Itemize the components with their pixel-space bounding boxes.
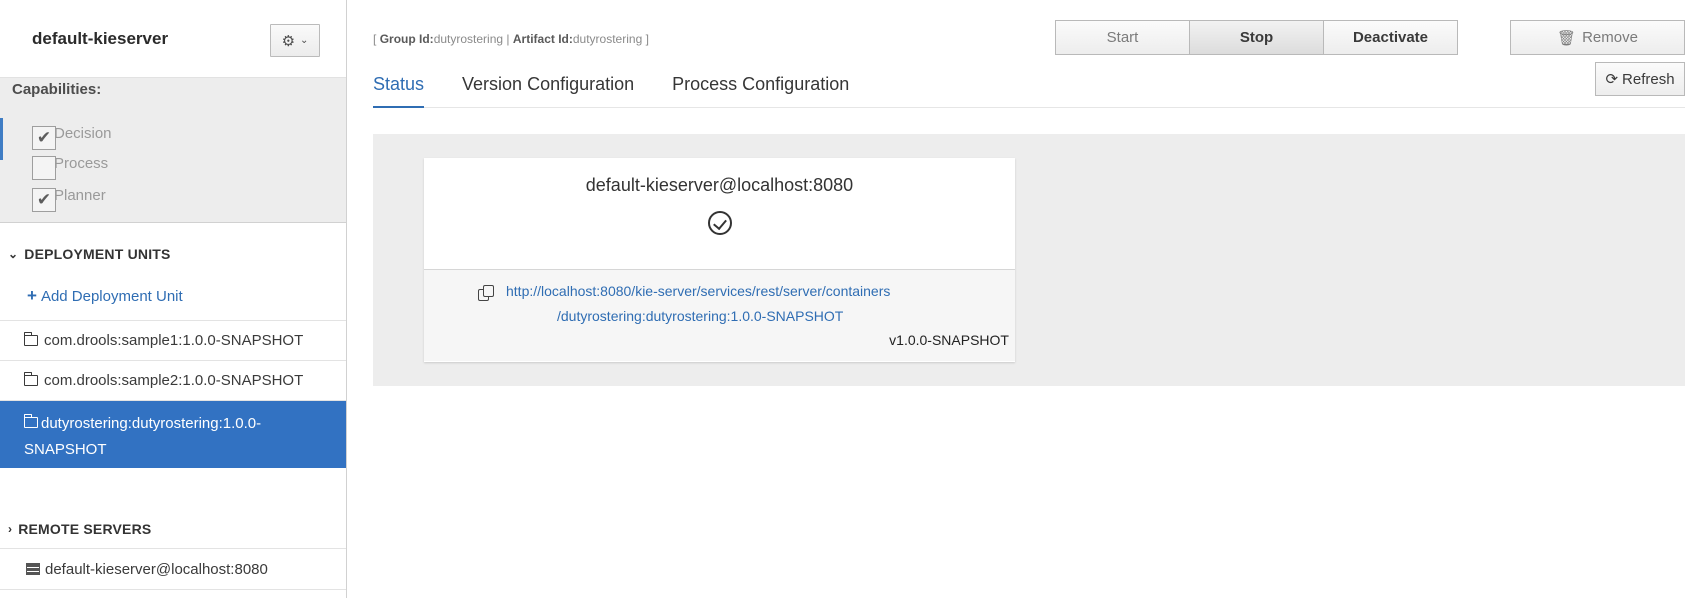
tab-status[interactable]: Status (373, 62, 425, 108)
deployment-units-header: DEPLOYMENT UNITS (24, 246, 171, 262)
deployment-unit-item-selected[interactable]: dutyrostering:dutyrostering:1.0.0-SNAPSH… (0, 400, 346, 468)
sidebar: default-kieserver ⚙ ⌄ Capabilities: ✔ De… (0, 0, 347, 598)
process-checkbox[interactable] (32, 156, 56, 180)
copy-icon[interactable] (478, 285, 494, 301)
start-button[interactable]: Start (1055, 20, 1190, 55)
server-header: default-kieserver ⚙ ⌄ (0, 0, 346, 78)
plus-icon: + (27, 286, 37, 305)
chevron-down-icon: ⌄ (300, 35, 309, 46)
capability-label: Process (54, 154, 109, 172)
capability-decision[interactable]: ✔ Decision (32, 124, 112, 150)
folder-icon (24, 372, 38, 386)
capability-label: Planner (54, 186, 106, 204)
container-version: v1.0.0-SNAPSHOT (889, 332, 1009, 348)
deployment-unit-label-wrap: dutyrostering:dutyrostering:1.0.0-SNAPSH… (24, 411, 274, 463)
card-title: default-kieserver@localhost:8080 (585, 175, 854, 195)
deployment-units-toggle[interactable]: ⌄ DEPLOYMENT UNITS (8, 246, 171, 262)
tab-process-configuration[interactable]: Process Configuration (672, 62, 849, 108)
container-url-line2[interactable]: /dutyrostering:dutyrostering:1.0.0-SNAPS… (557, 308, 843, 324)
deployment-unit-label: dutyrostering:dutyrostering:1.0.0-SNAPSH… (24, 415, 262, 458)
deactivate-button[interactable]: Deactivate (1324, 20, 1458, 55)
remote-servers-toggle[interactable]: › REMOTE SERVERS (8, 521, 151, 537)
deployment-unit-item[interactable]: com.drools:sample2:1.0.0-SNAPSHOT (0, 360, 346, 400)
gear-icon: ⚙ (281, 32, 296, 50)
container-url-line1[interactable]: http://localhost:8080/kie-server/service… (506, 283, 890, 299)
server-settings-button[interactable]: ⚙ ⌄ (270, 24, 320, 57)
deployment-unit-label: com.drools:sample2:1.0.0-SNAPSHOT (44, 372, 304, 389)
folder-icon (24, 414, 38, 428)
remote-servers-header: REMOTE SERVERS (18, 521, 152, 537)
artifact-id-label: Artifact Id: (512, 32, 573, 46)
capability-label: Decision (54, 124, 112, 142)
add-deployment-unit-label: Add Deployment Unit (40, 287, 183, 305)
chevron-right-icon: › (8, 522, 13, 536)
check-circle-icon (707, 211, 732, 235)
capability-process[interactable]: Process (32, 154, 109, 180)
artifact-id-value: dutyrostering (572, 32, 643, 46)
remote-server-label: default-kieserver@localhost:8080 (45, 560, 268, 578)
container-actions: Start Stop Deactivate (1055, 20, 1458, 55)
card-footer: http://localhost:8080/kie-server/service… (424, 270, 1015, 361)
add-deployment-unit-link[interactable]: + Add Deployment Unit (27, 286, 183, 306)
tab-version-configuration[interactable]: Version Configuration (462, 62, 634, 108)
card-header: default-kieserver@localhost:8080 (424, 158, 1015, 270)
remove-button[interactable]: 🗑 Remove (1510, 20, 1685, 55)
tab-bar: Status Version Configuration Process Con… (373, 62, 1685, 108)
container-breadcrumb: [ Group Id:dutyrostering | Artifact Id:d… (373, 32, 649, 46)
deployment-unit-item[interactable]: com.drools:sample1:1.0.0-SNAPSHOT (0, 320, 346, 360)
deployment-unit-label: com.drools:sample1:1.0.0-SNAPSHOT (44, 332, 304, 349)
group-id-value: dutyrostering (433, 32, 504, 46)
stop-button[interactable]: Stop (1190, 20, 1324, 55)
capability-planner[interactable]: ✔ Planner (32, 186, 106, 212)
server-status-card: default-kieserver@localhost:8080 http://… (424, 158, 1015, 362)
chevron-down-icon: ⌄ (8, 247, 19, 261)
capability-focus-marker (0, 118, 3, 160)
trash-icon: 🗑 (1557, 29, 1577, 47)
folder-icon (24, 332, 38, 346)
server-title: default-kieserver (32, 28, 169, 48)
planner-checkbox[interactable]: ✔ (32, 188, 56, 212)
group-id-label: Group Id: (379, 32, 434, 46)
status-panel: default-kieserver@localhost:8080 http://… (373, 134, 1685, 386)
server-icon (26, 563, 40, 575)
decision-checkbox[interactable]: ✔ (32, 126, 56, 150)
remove-label: Remove (1582, 29, 1638, 46)
capabilities-title: Capabilities: (12, 81, 102, 98)
remote-server-item[interactable]: default-kieserver@localhost:8080 (0, 548, 346, 590)
